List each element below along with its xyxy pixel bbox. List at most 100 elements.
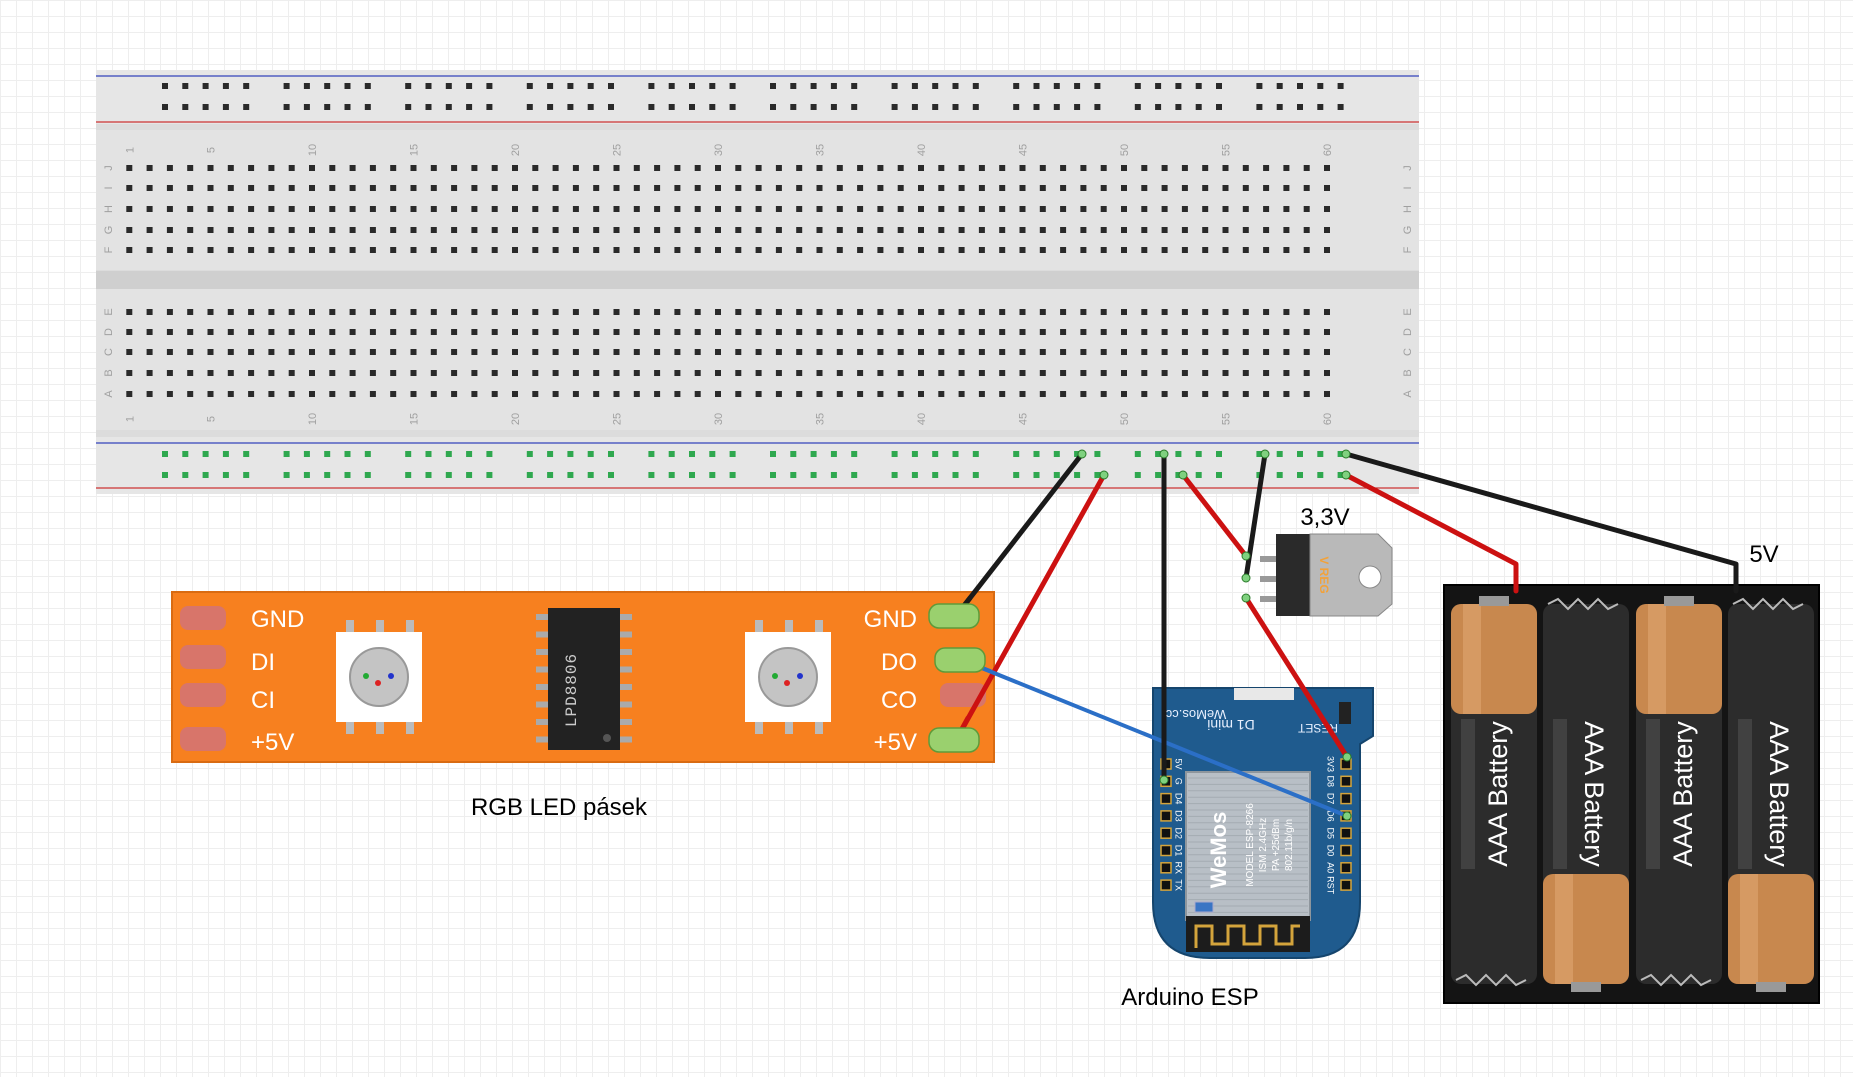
- breadboard-hole: [633, 349, 640, 355]
- breadboard-hole: [288, 309, 295, 315]
- breadboard-hole: [1242, 349, 1249, 355]
- breadboard-hole: [1019, 349, 1026, 355]
- breadboard-hole: [369, 247, 376, 253]
- rail-hole: [770, 451, 776, 457]
- rail-hole: [1175, 104, 1182, 110]
- rail-hole: [952, 451, 959, 457]
- breadboard-hole: [1202, 349, 1209, 355]
- row-letter: G: [1402, 226, 1414, 235]
- rail-hole: [162, 83, 168, 89]
- wire-endpoint: [1241, 573, 1251, 583]
- rail-hole: [648, 472, 655, 478]
- board-pin-label: D3: [1174, 810, 1184, 822]
- breadboard-hole: [897, 227, 904, 233]
- rail-hole: [243, 104, 250, 110]
- breadboard-hole: [755, 247, 762, 253]
- rail-hole: [1033, 104, 1040, 110]
- breadboard-hole: [1141, 185, 1148, 191]
- column-number: 15: [409, 413, 421, 425]
- breadboard-hole: [369, 391, 376, 397]
- breadboard-hole: [1141, 227, 1148, 233]
- rail-hole: [1134, 83, 1141, 89]
- breadboard-hole: [349, 370, 356, 376]
- breadboard-hole: [978, 165, 985, 171]
- breadboard-hole: [1161, 165, 1168, 171]
- breadboard-hole: [897, 349, 904, 355]
- breadboard-hole: [1080, 185, 1087, 191]
- breadboard-hole: [430, 206, 437, 212]
- strip-pad-gnd-left: [180, 606, 226, 630]
- breadboard-hole: [1141, 329, 1148, 335]
- breadboard-hole: [1324, 309, 1330, 315]
- breadboard-hole: [1019, 227, 1026, 233]
- breadboard-hole: [1060, 370, 1067, 376]
- breadboard-hole: [877, 349, 884, 355]
- breadboard-hole: [552, 349, 559, 355]
- rail-hole: [162, 104, 168, 110]
- breadboard-hole: [532, 185, 539, 191]
- rail-hole: [1053, 451, 1060, 457]
- breadboard-hole: [187, 185, 194, 191]
- wire-endpoint: [1241, 593, 1251, 603]
- breadboard-hole: [1100, 349, 1107, 355]
- breadboard-hole: [1080, 247, 1087, 253]
- rail-hole: [668, 451, 675, 457]
- breadboard-hole: [715, 329, 721, 335]
- breadboard-hole: [877, 391, 884, 397]
- breadboard-hole: [572, 247, 579, 253]
- wire-endpoint: [1342, 752, 1352, 762]
- breadboard-hole: [593, 247, 600, 253]
- breadboard-hole: [126, 227, 133, 233]
- wire-endpoint: [1159, 449, 1169, 459]
- strip-label-5v-right: +5V: [874, 729, 917, 756]
- breadboard-hole: [1060, 349, 1067, 355]
- led-strip: LPD8806 GND DI CI +5V GND DO CO +5V: [171, 591, 995, 763]
- breadboard-hole: [633, 309, 640, 315]
- rail-hole: [709, 472, 716, 478]
- breadboard-hole: [796, 370, 803, 376]
- breadboard-hole: [836, 165, 843, 171]
- breadboard-hole: [958, 227, 965, 233]
- reset-button: [1339, 702, 1351, 724]
- breadboard-hole: [227, 391, 234, 397]
- rail-hole: [1297, 83, 1303, 89]
- breadboard-hole: [512, 247, 518, 253]
- breadboard-hole: [958, 309, 965, 315]
- column-number: 5: [206, 416, 218, 422]
- rail-hole: [445, 451, 452, 457]
- breadboard-hole: [1222, 247, 1229, 253]
- row-letter: F: [1402, 246, 1414, 253]
- breadboard-hole: [1202, 185, 1209, 191]
- breadboard-hole: [674, 329, 681, 335]
- battery-cell-label: AAA Battery: [1579, 721, 1609, 867]
- breadboard-hole: [329, 165, 336, 171]
- rail-hole: [1276, 83, 1283, 89]
- breadboard-hole: [491, 227, 498, 233]
- wire-endpoint: [1178, 470, 1188, 480]
- rail-hole: [1013, 472, 1020, 478]
- breadboard: 1155101015152020252530303535404045455050…: [96, 70, 1419, 494]
- rail-hole: [810, 451, 817, 457]
- strip-label-gnd-right: GND: [864, 606, 917, 633]
- breadboard-hole: [369, 206, 376, 212]
- breadboard-hole: [613, 227, 620, 233]
- breadboard-hole: [410, 329, 417, 335]
- rail-hole: [587, 83, 594, 89]
- breadboard-hole: [836, 206, 843, 212]
- breadboard-hole: [1080, 227, 1087, 233]
- breadboard-hole: [572, 165, 579, 171]
- breadboard-hole: [1242, 227, 1249, 233]
- rail-hole: [303, 104, 310, 110]
- breadboard-hole: [1141, 370, 1148, 376]
- rail-hole: [729, 451, 736, 457]
- rail-hole: [810, 472, 817, 478]
- breadboard-hole: [1263, 165, 1270, 171]
- breadboard-hole: [877, 247, 884, 253]
- rail-hole: [1195, 104, 1202, 110]
- breadboard-hole: [918, 349, 924, 355]
- rail-hole: [1256, 83, 1263, 89]
- breadboard-hole: [248, 349, 255, 355]
- column-number: 60: [1322, 144, 1334, 156]
- breadboard-hole: [816, 391, 823, 397]
- breadboard-hole: [1100, 206, 1107, 212]
